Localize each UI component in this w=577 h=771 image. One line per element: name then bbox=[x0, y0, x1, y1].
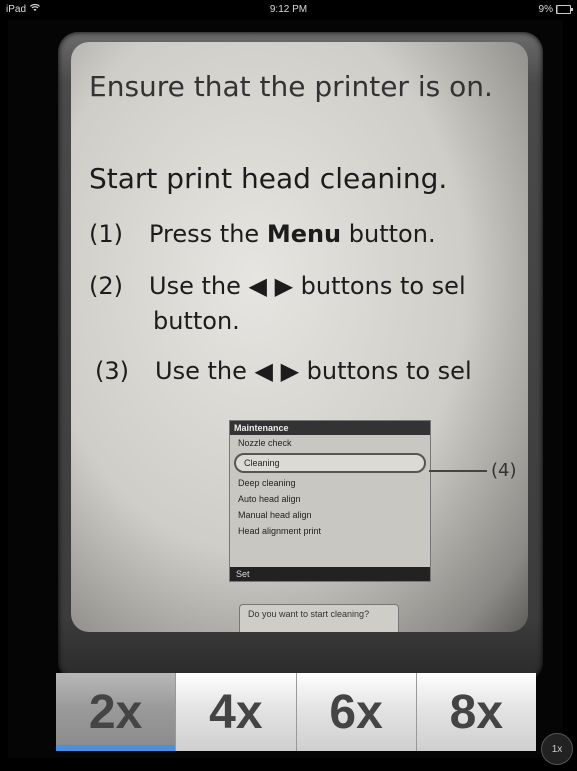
zoom-6x-button[interactable]: 6x bbox=[296, 673, 417, 751]
doc-step-1: (1) Press the Menu button. bbox=[89, 220, 436, 248]
step-text: Press the bbox=[149, 220, 267, 248]
lcd-item: Head alignment print bbox=[238, 526, 322, 536]
status-bar: iPad 9:12 PM 9% bbox=[0, 0, 577, 20]
step-number: (3) bbox=[95, 357, 129, 385]
zoom-toggle-button[interactable]: 1x bbox=[541, 733, 573, 765]
doc-line-start-cleaning: Start print head cleaning. bbox=[89, 162, 448, 195]
lcd-item: Auto head align bbox=[238, 494, 301, 504]
step-number: (2) bbox=[89, 272, 123, 300]
lcd-item: Nozzle check bbox=[238, 438, 292, 448]
zoom-4x-button[interactable]: 4x bbox=[176, 673, 297, 751]
camera-stage: Ensure that the printer is on. Start pri… bbox=[8, 20, 563, 758]
step-text: Use the ◀ ▶ buttons to sel bbox=[149, 272, 466, 300]
prompt-dialog: Do you want to start cleaning? bbox=[239, 604, 399, 632]
lcd-footer: Set bbox=[230, 567, 430, 581]
step-text: button. bbox=[341, 220, 436, 248]
callout-line bbox=[429, 470, 487, 472]
doc-step-3: (3) Use the ◀ ▶ buttons to sel bbox=[95, 357, 472, 385]
lcd-item-selected: Cleaning bbox=[234, 453, 426, 473]
battery-percent: 9% bbox=[538, 4, 553, 15]
battery-icon bbox=[556, 5, 573, 14]
printer-lcd-screenshot: Maintenance Nozzle check Cleaning Deep c… bbox=[229, 420, 431, 582]
zoom-2x-button[interactable]: 2x bbox=[56, 673, 177, 751]
magnified-view[interactable]: Ensure that the printer is on. Start pri… bbox=[71, 42, 528, 632]
callout-label: (4) bbox=[491, 460, 517, 481]
doc-step-2-continued: button. bbox=[153, 307, 240, 335]
status-right: 9% bbox=[538, 4, 573, 15]
zoom-level-bar: 2x 4x 6x 8x bbox=[56, 673, 536, 751]
step-bold-text: Menu bbox=[266, 220, 342, 248]
zoom-8x-button[interactable]: 8x bbox=[416, 673, 536, 751]
lcd-title: Maintenance bbox=[230, 421, 430, 435]
step-number: (1) bbox=[89, 220, 123, 248]
lcd-item: Manual head align bbox=[238, 510, 312, 520]
status-time: 9:12 PM bbox=[269, 4, 308, 15]
magnifier-frame: Ensure that the printer is on. Start pri… bbox=[58, 32, 543, 682]
lcd-item: Deep cleaning bbox=[238, 478, 296, 488]
doc-line-printer-on: Ensure that the printer is on. bbox=[89, 70, 493, 103]
doc-step-2: (2) Use the ◀ ▶ buttons to sel bbox=[89, 272, 466, 300]
step-text: Use the ◀ ▶ buttons to sel bbox=[155, 357, 472, 385]
